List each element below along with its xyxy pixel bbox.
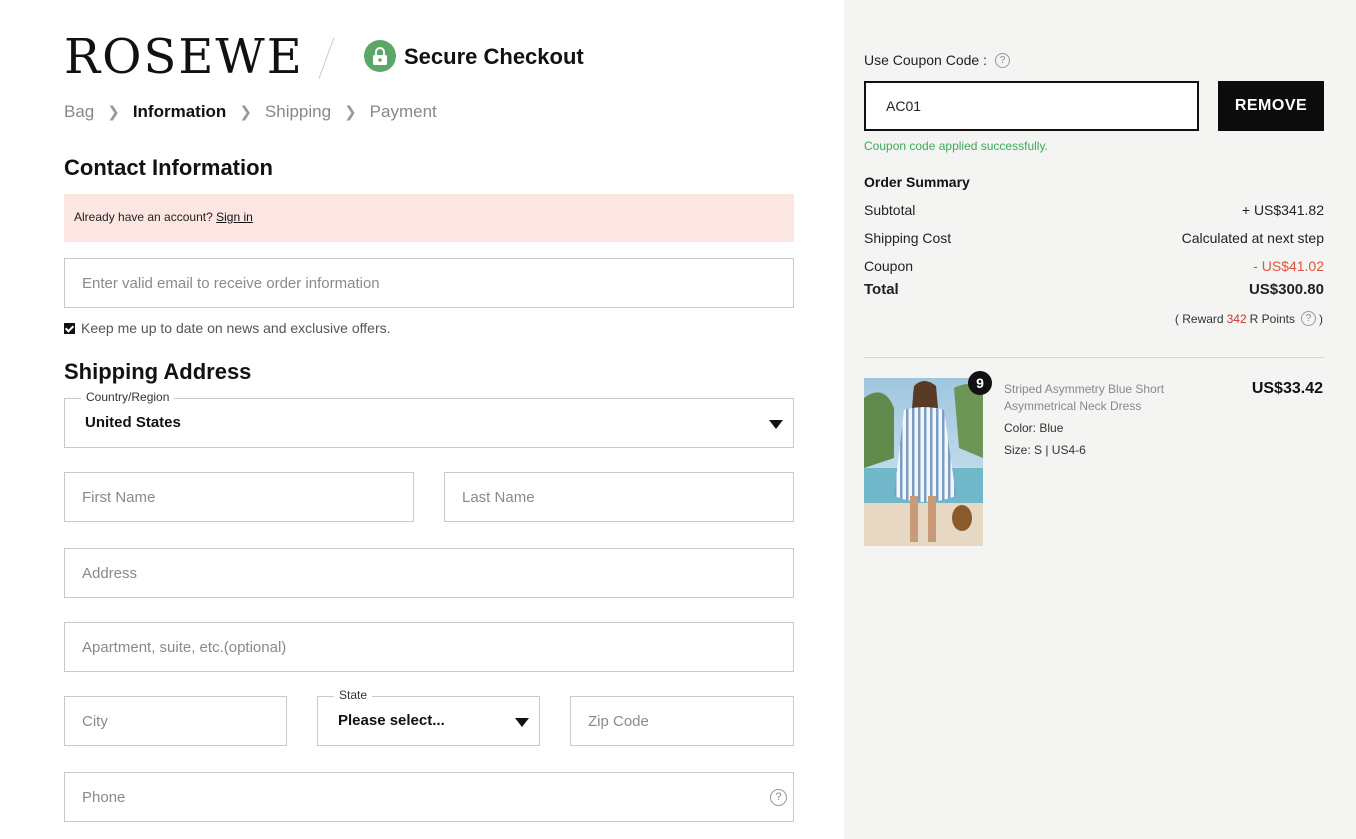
coupon-code-field[interactable] <box>866 83 1197 129</box>
breadcrumb-bag[interactable]: Bag <box>64 102 94 122</box>
state-value: Please select... <box>338 712 445 729</box>
state-select[interactable]: State Please select... <box>317 688 540 746</box>
lock-icon <box>364 40 396 72</box>
product-price: US$33.42 <box>1251 380 1323 397</box>
chevron-right-icon: ❯ <box>344 104 357 121</box>
sign-in-link[interactable]: Sign in <box>216 210 253 224</box>
total-row: Total US$300.80 <box>864 281 1324 298</box>
coupon-row: Coupon - US$41.02 <box>864 258 1324 274</box>
rosewe-logo[interactable]: ROSEWE <box>64 33 304 81</box>
reward-suffix: R Points <box>1249 311 1295 326</box>
account-notice-text: Already have an account? <box>74 210 213 224</box>
last-name-field[interactable] <box>445 473 793 521</box>
country-select[interactable]: Country/Region United States <box>64 390 794 448</box>
address-field[interactable] <box>65 549 793 597</box>
address-wrapper <box>64 548 794 598</box>
email-field-wrapper <box>64 258 794 308</box>
help-icon[interactable]: ? <box>770 789 787 806</box>
order-summary-panel: Use Coupon Code : ? REMOVE Coupon code a… <box>844 0 1356 839</box>
phone-wrapper: ? <box>64 772 794 822</box>
shipping-heading: Shipping Address <box>64 359 252 384</box>
subtotal-row: Subtotal + US$341.82 <box>864 202 1324 218</box>
state-label: State <box>334 688 373 702</box>
newsletter-label: Keep me up to date on news and exclusive… <box>81 320 391 336</box>
phone-field[interactable] <box>65 773 793 821</box>
apartment-field[interactable] <box>65 623 793 671</box>
checkout-form-panel: ROSEWE Secure Checkout Bag ❯ Information… <box>0 0 844 839</box>
shipping-cost-label: Shipping Cost <box>864 230 952 246</box>
order-summary-title: Order Summary <box>864 174 970 190</box>
zip-wrapper <box>570 696 794 746</box>
email-field[interactable] <box>65 259 793 307</box>
country-label: Country/Region <box>81 390 175 404</box>
help-icon[interactable]: ? <box>994 52 1010 68</box>
help-icon[interactable]: ? <box>1301 311 1316 326</box>
newsletter-checkbox[interactable] <box>64 322 75 334</box>
total-value: US$300.80 <box>1248 281 1324 298</box>
product-name[interactable]: Striped Asymmetry Blue Short Asymmetrica… <box>1004 381 1204 415</box>
newsletter-option[interactable]: Keep me up to date on news and exclusive… <box>64 320 391 336</box>
account-notice: Already have an account? Sign in <box>64 194 794 242</box>
coupon-success-message: Coupon code applied successfully. <box>864 139 1048 153</box>
coupon-label: Use Coupon Code : ? <box>864 52 1010 68</box>
chevron-right-icon: ❯ <box>239 104 252 121</box>
caret-down-icon <box>769 420 783 429</box>
caret-down-icon <box>515 718 529 727</box>
breadcrumb: Bag ❯ Information ❯ Shipping ❯ Payment <box>64 102 437 122</box>
coupon-discount-label: Coupon <box>864 258 914 274</box>
product-image[interactable] <box>864 378 983 546</box>
quantity-badge: 9 <box>968 371 992 395</box>
total-label: Total <box>864 281 899 298</box>
breadcrumb-information: Information <box>132 102 227 121</box>
divider <box>864 357 1324 358</box>
coupon-label-text: Use Coupon Code : <box>864 52 987 68</box>
shipping-cost-value: Calculated at next step <box>1181 230 1324 246</box>
subtotal-value: + US$341.82 <box>1241 202 1324 218</box>
zip-code-field[interactable] <box>571 697 793 745</box>
apartment-wrapper <box>64 622 794 672</box>
reward-prefix: ( Reward <box>1174 311 1224 326</box>
coupon-discount-value: - US$41.02 <box>1253 258 1324 274</box>
city-field[interactable] <box>65 697 286 745</box>
product-color: Color: Blue <box>1004 421 1064 435</box>
shipping-cost-row: Shipping Cost Calculated at next step <box>864 230 1324 246</box>
reward-close: ) <box>1319 311 1323 326</box>
first-name-field[interactable] <box>65 473 413 521</box>
last-name-wrapper <box>444 472 794 522</box>
breadcrumb-payment: Payment <box>369 102 437 121</box>
city-wrapper <box>64 696 287 746</box>
subtotal-label: Subtotal <box>864 202 916 218</box>
product-size: Size: S | US4-6 <box>1004 443 1086 457</box>
header-divider <box>318 37 335 79</box>
contact-heading: Contact Information <box>64 155 273 180</box>
secure-checkout-title: Secure Checkout <box>404 44 584 69</box>
coupon-input-wrapper <box>864 81 1199 131</box>
first-name-wrapper <box>64 472 414 522</box>
remove-coupon-button[interactable]: REMOVE <box>1218 81 1324 131</box>
breadcrumb-shipping: Shipping <box>264 102 332 121</box>
reward-points: ( Reward 342 R Points ? ) <box>1175 311 1323 326</box>
country-value: United States <box>85 414 181 431</box>
chevron-right-icon: ❯ <box>107 104 120 121</box>
reward-points-value: 342 <box>1226 311 1247 326</box>
